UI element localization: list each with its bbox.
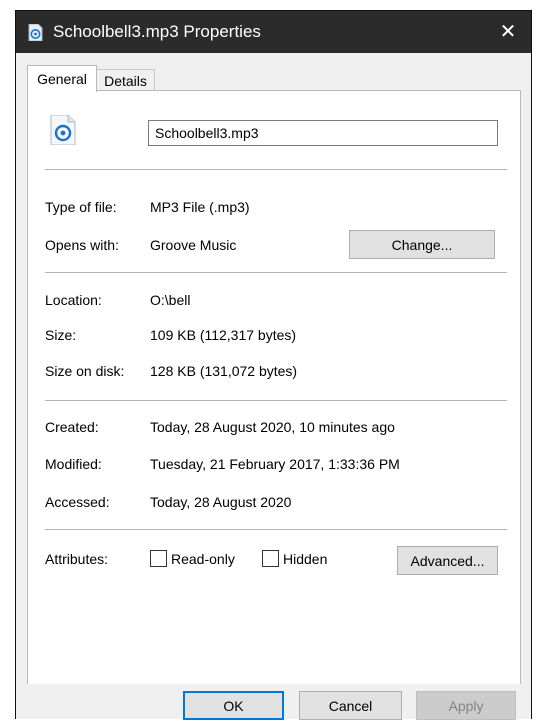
size-value: 109 KB (112,317 bytes): [150, 327, 297, 343]
attributes-label: Attributes:: [45, 551, 109, 567]
created-value: Today, 28 August 2020, 10 minutes ago: [150, 419, 395, 435]
tab-strip: General Details: [16, 53, 531, 92]
filename-input[interactable]: [148, 120, 498, 146]
accessed-value: Today, 28 August 2020: [150, 494, 292, 510]
opens-with-label: Opens with:: [45, 237, 119, 253]
location-label: Location:: [45, 292, 102, 308]
tab-details[interactable]: Details: [97, 69, 155, 92]
readonly-checkbox-box[interactable]: [150, 550, 167, 567]
type-label: Type of file:: [45, 199, 117, 215]
divider: [45, 529, 507, 530]
hidden-checkbox-box[interactable]: [262, 550, 279, 567]
location-value: O:\bell: [150, 292, 191, 308]
close-icon: ✕: [499, 21, 517, 43]
audio-file-icon: [28, 24, 43, 41]
tab-general[interactable]: General: [27, 65, 97, 92]
audio-file-icon: [50, 115, 76, 145]
window-title: Schoolbell3.mp3 Properties: [53, 22, 261, 41]
cancel-button[interactable]: Cancel: [299, 691, 402, 720]
readonly-label: Read-only: [171, 550, 235, 567]
advanced-button[interactable]: Advanced...: [397, 546, 498, 575]
hidden-label: Hidden: [283, 550, 328, 567]
hidden-checkbox[interactable]: Hidden: [262, 550, 327, 567]
ok-button[interactable]: OK: [183, 691, 284, 720]
readonly-checkbox[interactable]: Read-only: [150, 550, 235, 567]
modified-value: Tuesday, 21 February 2017, 1:33:36 PM: [150, 456, 400, 472]
divider: [45, 400, 507, 401]
close-button[interactable]: ✕: [485, 11, 531, 53]
size-label: Size:: [45, 327, 77, 343]
created-label: Created:: [45, 419, 99, 435]
modified-label: Modified:: [45, 456, 102, 472]
divider: [45, 272, 507, 273]
opens-with-value: Groove Music: [150, 237, 237, 253]
general-panel: Type of file: MP3 File (.mp3) Opens with…: [27, 90, 521, 684]
size-on-disk-value: 128 KB (131,072 bytes): [150, 363, 298, 379]
properties-dialog: Schoolbell3.mp3 Properties ✕ General Det…: [15, 10, 532, 720]
title-bar[interactable]: Schoolbell3.mp3 Properties ✕: [16, 11, 531, 53]
type-value: MP3 File (.mp3): [150, 199, 250, 215]
accessed-label: Accessed:: [45, 494, 110, 510]
divider: [45, 169, 507, 170]
apply-button[interactable]: Apply: [416, 691, 516, 720]
size-on-disk-label: Size on disk:: [45, 363, 125, 379]
change-button[interactable]: Change...: [349, 230, 495, 259]
